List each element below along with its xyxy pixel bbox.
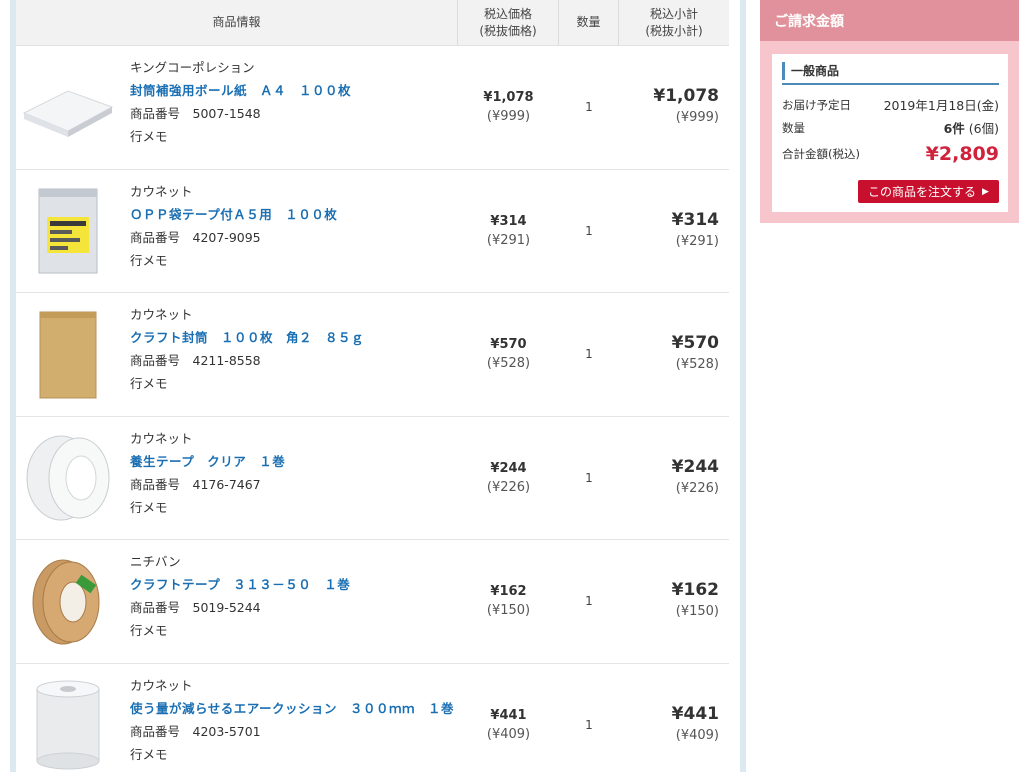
- line-memo[interactable]: 行メモ: [130, 372, 364, 395]
- table-row: カウネット 使う量が減らせるエアークッション ３００ｍｍ １巻 商品番号 420…: [16, 664, 729, 772]
- product-image[interactable]: [16, 664, 120, 772]
- quantity: 1: [585, 470, 593, 485]
- subtotal: ¥314 (¥291): [671, 209, 719, 249]
- line-memo[interactable]: 行メモ: [130, 496, 285, 519]
- header-subtotal: 税込小計 (税抜小計): [645, 6, 703, 38]
- unit-price: ¥244 (¥226): [486, 460, 531, 495]
- cart-page: 商品情報 税込価格 (税抜価格) 数量 税込小計 (税抜小計) キングコーポレシ…: [0, 0, 1024, 772]
- line-memo[interactable]: 行メモ: [130, 125, 351, 148]
- clear-tape-icon: [26, 435, 110, 521]
- total-amount: ¥2,809: [925, 143, 999, 165]
- quantity: 1: [585, 100, 593, 115]
- product-image[interactable]: [16, 46, 120, 169]
- quantity: 1: [585, 717, 593, 732]
- opp-bag-icon: [38, 188, 98, 274]
- category-divider: [782, 83, 999, 85]
- header-product-info: 商品情報: [16, 0, 458, 45]
- product-name-link[interactable]: 使う量が減らせるエアークッション ３００ｍｍ １巻: [130, 697, 454, 720]
- summary-title: ご請求金額: [760, 0, 1019, 41]
- maker-name: キングコーポレション: [130, 60, 255, 75]
- quantity-value: 6件 (6個): [943, 121, 999, 136]
- product-image[interactable]: [16, 540, 120, 663]
- unit-price: ¥441 (¥409): [486, 707, 531, 742]
- product-number: 商品番号 4207-9095: [130, 229, 261, 245]
- quantity: 1: [585, 594, 593, 609]
- table-row: ニチバン クラフトテープ ３１３－５０ １巻 商品番号 5019-5244 行メ…: [16, 540, 729, 664]
- delivery-date-row: お届け予定日 2019年1月18日(金): [782, 93, 999, 116]
- delivery-date-value: 2019年1月18日(金): [883, 98, 999, 113]
- subtotal: ¥1,078 (¥999): [653, 86, 719, 126]
- header-price: 税込価格 (税抜価格): [458, 0, 559, 45]
- maker-name: カウネット: [130, 677, 193, 693]
- product-name-link[interactable]: クラフト封筒 １００枚 角２ ８５ｇ: [130, 326, 364, 349]
- line-memo[interactable]: 行メモ: [130, 743, 454, 766]
- total-label: 合計金額(税込): [782, 147, 860, 161]
- product-image[interactable]: [16, 170, 120, 293]
- product-image[interactable]: [16, 293, 120, 416]
- cart-table: 商品情報 税込価格 (税抜価格) 数量 税込小計 (税抜小計) キングコーポレシ…: [16, 0, 729, 772]
- air-cushion-roll-icon: [36, 680, 100, 770]
- kraft-tape-icon: [32, 559, 100, 644]
- product-number: 商品番号 5007-1548: [130, 106, 261, 121]
- order-button[interactable]: この商品を注文する ▶: [858, 180, 999, 203]
- unit-price: ¥570 (¥528): [486, 337, 531, 372]
- maker-name: カウネット: [130, 430, 193, 446]
- unit-price: ¥314 (¥291): [486, 213, 531, 248]
- line-memo[interactable]: 行メモ: [130, 249, 337, 272]
- line-memo[interactable]: 行メモ: [130, 619, 350, 642]
- product-number: 商品番号 5019-5244: [130, 600, 261, 615]
- product-number: 商品番号 4211-8558: [130, 353, 261, 368]
- subtotal: ¥244 (¥226): [671, 456, 719, 496]
- table-row: カウネット クラフト封筒 １００枚 角２ ８５ｇ 商品番号 4211-8558 …: [16, 293, 729, 417]
- billing-summary-panel: ご請求金額 一般商品 お届け予定日 2019年1月18日(金) 数量 6件 (6…: [760, 0, 1019, 223]
- kraft-envelope-icon: [39, 311, 97, 398]
- unit-price: ¥162 (¥150): [486, 584, 531, 619]
- table-row: カウネット ＯＰＰ袋テープ付Ａ５用 １００枚 商品番号 4207-9095 行メ…: [16, 170, 729, 293]
- product-name-link[interactable]: ＯＰＰ袋テープ付Ａ５用 １００枚: [130, 203, 337, 226]
- product-name-link[interactable]: 封筒補強用ボール紙 Ａ４ １００枚: [130, 79, 351, 102]
- subtotal: ¥162 (¥150): [671, 580, 719, 620]
- unit-price: ¥1,078 (¥999): [483, 90, 534, 125]
- product-number: 商品番号 4203-5701: [130, 723, 261, 739]
- maker-name: カウネット: [130, 183, 193, 199]
- product-name-link[interactable]: クラフトテープ ３１３－５０ １巻: [130, 573, 350, 596]
- quantity-row: 数量 6件 (6個): [782, 116, 999, 139]
- category-title: 一般商品: [782, 62, 999, 80]
- quantity: 1: [585, 223, 593, 238]
- total-row: 合計金額(税込) ¥2,809: [782, 139, 999, 169]
- summary-box: 一般商品 お届け予定日 2019年1月18日(金) 数量 6件 (6個) 合計金…: [772, 54, 1008, 212]
- quantity-label: 数量: [782, 120, 805, 135]
- table-row: キングコーポレション 封筒補強用ボール紙 Ａ４ １００枚 商品番号 5007-1…: [16, 46, 729, 170]
- arrow-right-icon: ▶: [982, 186, 989, 197]
- header-quantity: 数量: [559, 0, 619, 45]
- subtotal: ¥441 (¥409): [671, 703, 719, 743]
- maker-name: ニチバン: [130, 554, 181, 569]
- table-row: カウネット 養生テープ クリア １巻 商品番号 4176-7467 行メモ ¥2…: [16, 417, 729, 540]
- paper-board-icon: [22, 89, 114, 137]
- product-name-link[interactable]: 養生テープ クリア １巻: [130, 450, 285, 473]
- product-image[interactable]: [16, 417, 120, 540]
- delivery-date-label: お届け予定日: [782, 97, 851, 112]
- maker-name: カウネット: [130, 307, 193, 322]
- table-header: 商品情報 税込価格 (税抜価格) 数量 税込小計 (税抜小計): [16, 0, 729, 46]
- product-number: 商品番号 4176-7467: [130, 476, 261, 492]
- subtotal: ¥570 (¥528): [671, 333, 719, 373]
- quantity: 1: [585, 347, 593, 362]
